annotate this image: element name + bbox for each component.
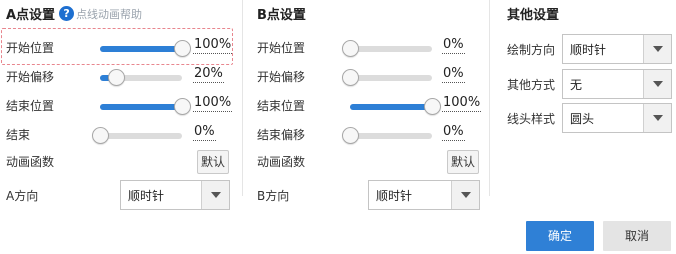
select-value: 顺时针 [128, 189, 165, 203]
slider-row-a-end: 结束 0% [6, 123, 246, 145]
slider-track[interactable] [92, 127, 182, 144]
easing-default-button[interactable]: 默认 [447, 150, 479, 174]
slider-track[interactable] [342, 127, 432, 144]
direction-select-a[interactable]: 顺时针 [120, 180, 230, 210]
easing-label: 动画函数 [6, 155, 55, 169]
field-label: 线头样式 [507, 112, 556, 126]
slider-track[interactable] [100, 40, 191, 57]
slider-thumb[interactable] [342, 40, 359, 57]
slider-row-b-start-position: 开始位置 0% [257, 36, 497, 58]
slider-row-b-end-position: 结束位置 100% [257, 94, 497, 116]
direction-label: A方向 [6, 189, 39, 203]
question-circle-icon[interactable]: ? [59, 6, 75, 21]
panel-b-title: B点设置 [257, 8, 306, 23]
easing-default-button[interactable]: 默认 [197, 150, 229, 174]
slider-label: 结束偏移 [257, 128, 306, 142]
slider-thumb[interactable] [92, 127, 109, 144]
chevron-down-icon[interactable] [201, 181, 229, 209]
panel-b-settings: B点设置 开始位置 0% 开始偏移 0% 结束位置 100% 结束偏移 0% 动… [250, 0, 488, 210]
slider-thumb[interactable] [108, 69, 126, 86]
slider-track[interactable] [342, 69, 432, 86]
cancel-button[interactable]: 取消 [603, 221, 671, 251]
chevron-down-icon[interactable] [643, 70, 671, 98]
chevron-down-icon[interactable] [643, 35, 671, 63]
slider-label: 开始位置 [257, 41, 306, 55]
slider-row-a-start-position: 开始位置 100% [6, 36, 246, 58]
slider-label: 结束 [6, 128, 31, 142]
slider-thumb[interactable] [342, 127, 359, 144]
slider-thumb[interactable] [342, 69, 359, 86]
slider-fill [100, 46, 182, 52]
slider-row-a-end-position: 结束位置 100% [6, 94, 246, 116]
panel-other-title: 其他设置 [507, 8, 560, 23]
other-mode-select[interactable]: 无 [562, 69, 672, 99]
slider-label: 开始偏移 [6, 70, 55, 84]
panel-a-settings: A点设置 ? 点线动画帮助 开始位置 100% 开始偏移 20% 结束位置 10… [0, 0, 240, 210]
slider-thumb[interactable] [174, 98, 191, 115]
select-value: 无 [570, 78, 583, 92]
slider-value[interactable]: 100% [193, 37, 233, 54]
panel-other-settings: 其他设置 绘制方向 顺时针 其他方式 无 线头样式 圆头 [497, 0, 676, 200]
slider-value[interactable]: 20% [193, 66, 224, 83]
direction-label: B方向 [257, 189, 290, 203]
slider-label: 结束位置 [6, 99, 55, 113]
slider-value[interactable]: 0% [442, 124, 465, 141]
draw-direction-select[interactable]: 顺时针 [562, 34, 672, 64]
easing-row-a: 动画函数 默认 [6, 150, 246, 174]
line-cap-select[interactable]: 圆头 [562, 103, 672, 133]
slider-track[interactable] [100, 69, 182, 86]
field-label: 绘制方向 [507, 43, 556, 57]
slider-label: 开始偏移 [257, 70, 306, 84]
slider-value[interactable]: 0% [193, 124, 216, 141]
slider-track[interactable] [100, 98, 191, 115]
slider-thumb[interactable] [174, 40, 191, 57]
easing-row-b: 动画函数 默认 [257, 150, 497, 174]
field-label: 其他方式 [507, 78, 556, 92]
slider-value[interactable]: 0% [442, 37, 465, 54]
divider [242, 0, 243, 196]
slider-value[interactable]: 100% [193, 95, 233, 112]
select-value: 顺时针 [570, 43, 607, 57]
slider-row-a-start-offset: 开始偏移 20% [6, 65, 246, 87]
divider [489, 0, 490, 196]
panel-a-title-text: A点设置 [6, 8, 56, 23]
slider-fill [350, 104, 432, 110]
help-link[interactable]: 点线动画帮助 [76, 6, 142, 22]
slider-label: 结束位置 [257, 99, 306, 113]
chevron-down-icon[interactable] [451, 181, 479, 209]
slider-label: 开始位置 [6, 41, 55, 55]
select-value: 顺时针 [376, 189, 413, 203]
direction-select-b[interactable]: 顺时针 [368, 180, 480, 210]
slider-row-b-start-offset: 开始偏移 0% [257, 65, 497, 87]
easing-label: 动画函数 [257, 155, 306, 169]
slider-value[interactable]: 100% [442, 95, 482, 112]
slider-row-b-end-offset: 结束偏移 0% [257, 123, 497, 145]
ok-button[interactable]: 确定 [526, 221, 594, 251]
slider-value[interactable]: 0% [442, 66, 465, 83]
slider-track[interactable] [342, 40, 432, 57]
select-value: 圆头 [570, 112, 595, 126]
chevron-down-icon[interactable] [643, 104, 671, 132]
slider-track[interactable] [350, 98, 441, 115]
panel-a-title: A点设置 ? 点线动画帮助 [6, 4, 142, 23]
slider-thumb[interactable] [424, 98, 441, 115]
slider-fill [100, 104, 182, 110]
